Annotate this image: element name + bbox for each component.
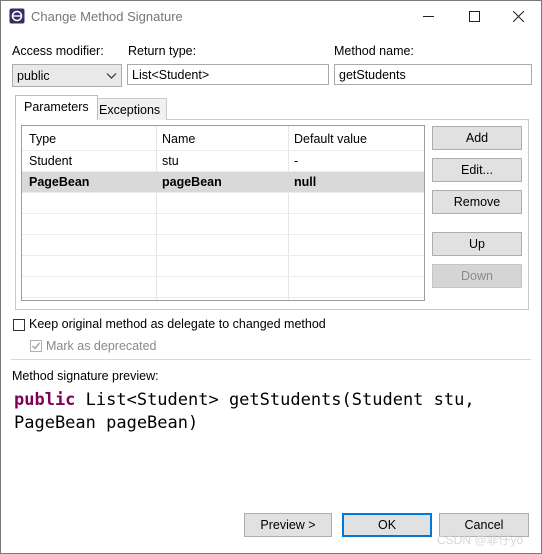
- column-header-default[interactable]: Default value: [294, 132, 367, 146]
- divider: [11, 359, 531, 360]
- access-modifier-select[interactable]: public: [12, 64, 122, 87]
- ok-button[interactable]: OK: [342, 513, 432, 537]
- param-name: stu: [162, 154, 179, 168]
- method-name-label: Method name:: [334, 44, 414, 58]
- maximize-icon: [468, 11, 480, 22]
- title-bar: Change Method Signature: [1, 1, 541, 32]
- access-modifier-value: public: [17, 69, 50, 83]
- table-header: Type Name Default value: [22, 126, 424, 151]
- mark-deprecated-checkbox[interactable]: [30, 340, 42, 352]
- down-button[interactable]: Down: [432, 264, 522, 288]
- parameters-table[interactable]: Type Name Default value Student stu - Pa…: [21, 125, 425, 301]
- param-default: -: [294, 154, 299, 168]
- param-default: null: [294, 175, 317, 189]
- chevron-down-icon: [106, 70, 117, 84]
- param-type: Student: [29, 154, 73, 168]
- keep-original-label[interactable]: Keep original method as delegate to chan…: [29, 317, 326, 331]
- mark-deprecated-label[interactable]: Mark as deprecated: [46, 339, 156, 353]
- change-method-signature-dialog: Change Method Signature Access modifier:…: [0, 0, 542, 554]
- access-modifier-label: Access modifier:: [12, 44, 104, 58]
- tab-exceptions[interactable]: Exceptions: [92, 98, 168, 120]
- minimize-button[interactable]: [405, 1, 451, 32]
- minimize-icon: [422, 16, 434, 17]
- maximize-button[interactable]: [451, 1, 497, 32]
- method-signature-preview: public List<Student> getStudents(Student…: [14, 389, 529, 435]
- remove-button[interactable]: Remove: [432, 190, 522, 214]
- preview-keyword: public: [14, 390, 76, 410]
- empty-row: [22, 256, 424, 277]
- method-name-field[interactable]: getStudents: [334, 64, 532, 85]
- table-row-selected[interactable]: PageBean pageBean null: [22, 172, 424, 193]
- empty-row: [22, 193, 424, 214]
- checkmark-icon: [32, 342, 41, 350]
- eclipse-app-icon: [9, 8, 25, 24]
- table-row[interactable]: Student stu -: [22, 151, 424, 172]
- param-type: PageBean: [29, 175, 90, 189]
- empty-row: [22, 214, 424, 235]
- up-button[interactable]: Up: [432, 232, 522, 256]
- preview-label: Method signature preview:: [12, 369, 159, 383]
- keep-original-checkbox[interactable]: [13, 319, 25, 331]
- column-header-type[interactable]: Type: [29, 132, 56, 146]
- close-icon: [512, 11, 524, 22]
- preview-button[interactable]: Preview >: [244, 513, 332, 537]
- empty-row: [22, 235, 424, 256]
- param-name: pageBean: [162, 175, 222, 189]
- watermark: CSDN @菲仔yo: [437, 533, 524, 547]
- tab-parameters[interactable]: Parameters: [15, 95, 98, 120]
- edit-button[interactable]: Edit...: [432, 158, 522, 182]
- column-header-name[interactable]: Name: [162, 132, 195, 146]
- window-title: Change Method Signature: [31, 9, 183, 24]
- return-type-field[interactable]: List<Student>: [127, 64, 329, 85]
- return-type-label: Return type:: [128, 44, 197, 58]
- empty-row: [22, 277, 424, 298]
- close-button[interactable]: [495, 1, 541, 32]
- add-button[interactable]: Add: [432, 126, 522, 150]
- preview-signature: List<Student> getStudents(Student stu, P…: [14, 390, 475, 433]
